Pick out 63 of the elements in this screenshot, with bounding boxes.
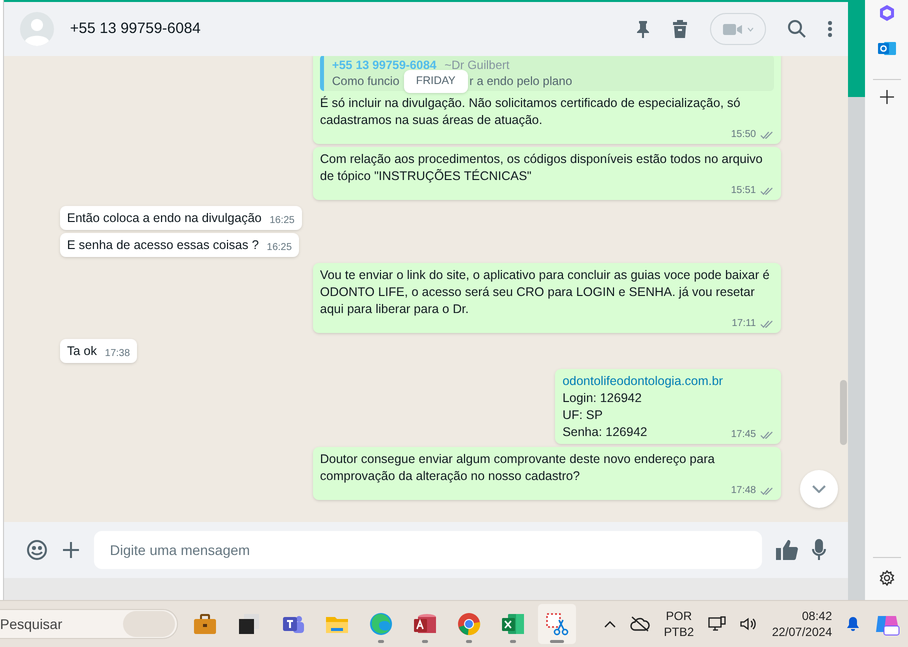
clock[interactable]: 08:42 22/07/2024 [772, 608, 832, 640]
quoted-text: Como funcio [332, 73, 400, 89]
spreadsheet-icon [500, 611, 526, 637]
message-text: UF: SP [562, 407, 604, 424]
message-text: Ta ok [67, 343, 97, 360]
date-badge: FRIDAY [404, 70, 468, 92]
taskbar-search-field[interactable]: Pesquisar [0, 609, 178, 639]
video-camera-icon [722, 22, 742, 36]
message-input[interactable]: Digite uma mensagem [94, 531, 762, 569]
quoted-text: r a endo pelo plano [469, 73, 572, 89]
scroll-down-button[interactable] [800, 470, 838, 508]
volume-icon[interactable] [740, 617, 758, 631]
quoted-author-note: ~Dr Guilbert [444, 57, 510, 73]
message-time: 17:38 [104, 348, 130, 360]
menu-icon[interactable] [828, 21, 832, 37]
network-icon[interactable] [708, 616, 726, 632]
message-text: E senha de acesso essas coisas ? [67, 237, 259, 254]
message-time: 17:11 [732, 318, 756, 330]
quoted-author: +55 13 99759-6084 [332, 57, 436, 73]
message-text: Senha: 126942 [562, 424, 648, 441]
running-indicator [378, 640, 384, 643]
message-time: 15:51 [730, 185, 756, 197]
chevron-down-icon [812, 485, 826, 493]
running-indicator [550, 640, 564, 643]
task-view-icon [236, 611, 262, 637]
trash-icon[interactable] [672, 20, 688, 38]
briefcase-icon [192, 611, 218, 637]
bell-icon[interactable] [846, 616, 860, 632]
message-text: Vou te enviar o link do site, o aplicativo para concluir as guias voce pode baixar é ODONTO LIFE, o acesso será seu CRO para LOGIN e SENHA. já vou resetar aqui para liberar para o Dr. [320, 267, 771, 318]
running-indicator [510, 640, 516, 643]
message-text: Então coloca a endo na divulgação [67, 210, 262, 227]
microphone-icon[interactable] [812, 539, 826, 561]
cloud-off-icon[interactable] [630, 616, 650, 632]
message-link[interactable]: odontolifeodontologia.com.br [562, 373, 723, 390]
message-text: Com relação aos procedimentos, os códigos disponíveis estão todos no arquivo de tópico "INSTRUÇÕES TÉCNICAS" [320, 151, 764, 185]
search-icon[interactable] [788, 20, 806, 38]
avatar-icon [20, 12, 54, 46]
search-placeholder: Pesquisar [0, 614, 62, 634]
emoji-icon[interactable] [26, 539, 48, 561]
scrollbar-thumb[interactable] [840, 380, 847, 445]
input-language-indicator[interactable]: POR PTB2 [664, 608, 694, 640]
message-text: Login: 126942 [562, 390, 643, 407]
thumbs-up-icon[interactable] [776, 540, 798, 560]
plus-icon[interactable] [880, 90, 894, 104]
browser-icon [368, 611, 394, 637]
mail-icon[interactable] [878, 39, 896, 57]
caret-icon [746, 26, 754, 32]
message-text: Doutor consegue enviar algum comprovante deste novo endereço para comprovação da alteração no nosso cadastro? [320, 451, 716, 485]
message-time: 15:50 [730, 129, 756, 141]
pin-icon[interactable] [636, 20, 650, 38]
message-time: 17:48 [730, 485, 756, 497]
message-time: 16:25 [266, 242, 292, 254]
settings-icon[interactable] [878, 570, 894, 586]
running-indicator [466, 640, 472, 643]
message-text: É só incluir na divulgação. Não solicitamos certificado de especialização, só cadastramos na suas áreas de atuação. [320, 95, 742, 129]
message-time: 17:45 [730, 429, 756, 441]
browser-icon [456, 611, 482, 637]
plus-icon[interactable] [62, 541, 80, 559]
running-indicator [422, 640, 428, 643]
scissors-icon [544, 611, 570, 637]
chevron-up-icon[interactable] [604, 620, 616, 628]
contact-name: +55 13 99759-6084 [70, 18, 201, 39]
message-time: 16:25 [270, 215, 295, 227]
